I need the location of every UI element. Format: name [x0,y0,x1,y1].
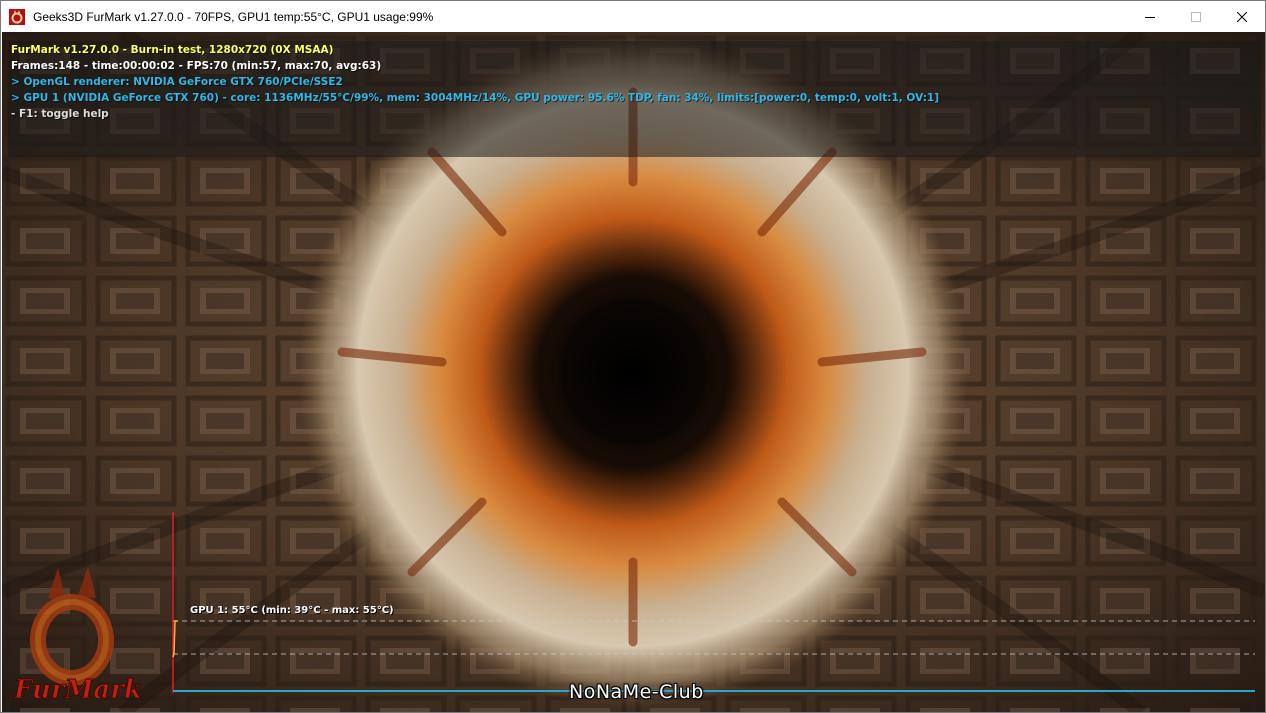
hud-overlay: FurMark v1.27.0.0 - Burn-in test, 1280x7… [8,41,1261,157]
maximize-button[interactable] [1173,1,1219,32]
close-button[interactable] [1219,1,1265,32]
logo-text: FurMark [13,675,142,705]
maximize-icon [1191,11,1201,22]
hud-line-title: FurMark v1.27.0.0 - Burn-in test, 1280x7… [11,44,334,56]
watermark-text: NoNaMe-Club [569,681,704,703]
furmark-app-icon [9,8,25,25]
furmark-logo: FurMark [13,568,142,706]
hud-line-fps: Frames:148 - time:00:00:02 - FPS:70 (min… [11,60,382,72]
window-controls [1127,1,1265,32]
hud-line-renderer: > OpenGL renderer: NVIDIA GeForce GTX 76… [11,76,343,88]
minimize-button[interactable] [1127,1,1173,32]
gpu-temp-label: GPU 1: 55°C (min: 39°C - max: 55°C) [190,605,394,616]
furmark-window: Geeks3D FurMark v1.27.0.0 - 70FPS, GPU1 … [0,0,1266,713]
hud-line-help: - F1: toggle help [11,108,109,120]
window-title: Geeks3D FurMark v1.27.0.0 - 70FPS, GPU1 … [33,9,434,24]
render-viewport[interactable]: FurMark v1.27.0.0 - Burn-in test, 1280x7… [2,32,1265,712]
title-bar[interactable]: Geeks3D FurMark v1.27.0.0 - 70FPS, GPU1 … [1,1,1265,32]
hud-line-gpu: > GPU 1 (NVIDIA GeForce GTX 760) - core:… [11,92,940,104]
minimize-icon [1145,16,1155,18]
close-icon [1237,11,1247,22]
